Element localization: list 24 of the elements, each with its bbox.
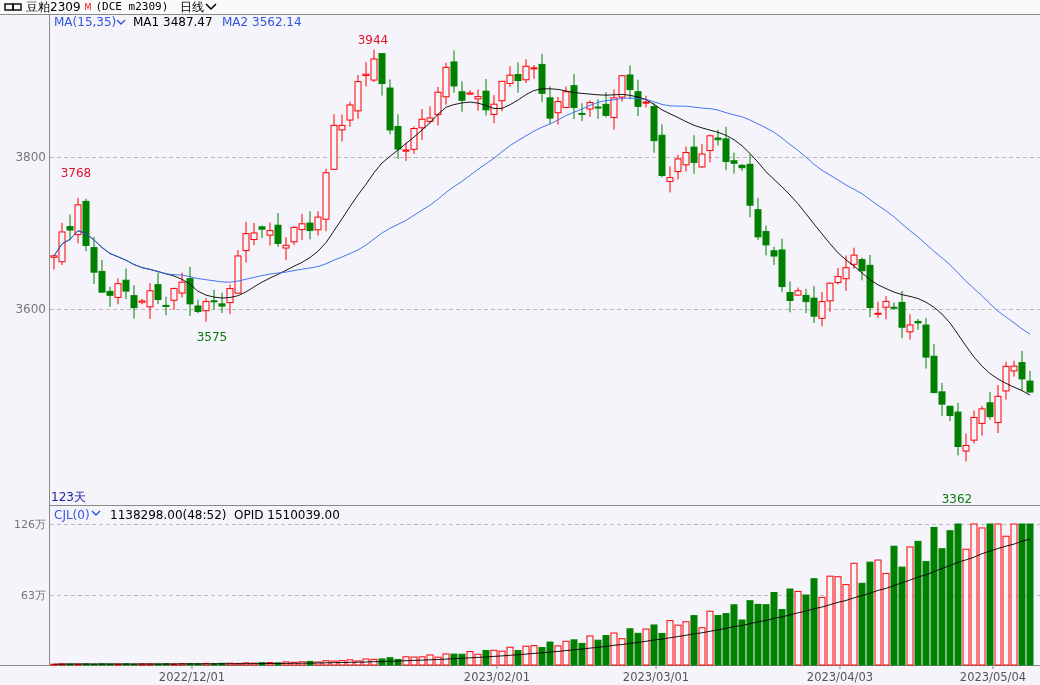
volume-axis-label: 63万 <box>21 589 46 602</box>
price-axis-label: 3800 <box>15 150 46 164</box>
price-extreme-label: 3575 <box>196 330 228 344</box>
period-dropdown[interactable]: 日线 <box>180 0 218 14</box>
volume-value: 1138298.00(48:52) <box>110 508 227 522</box>
day-count: 123天 <box>51 490 86 504</box>
ma-slow-value: MA2 3562.14 <box>222 15 302 29</box>
volume-axis-label: 126万 <box>14 518 46 531</box>
date-axis-label: 2023/05/04 <box>959 670 1027 684</box>
symbol-name: 豆粕2309 <box>26 0 81 14</box>
price-axis-label: 3600 <box>15 302 46 316</box>
symbol-mark: M <box>84 2 92 12</box>
price-extreme-label: 3944 <box>357 33 389 47</box>
date-axis-label: 2023/04/03 <box>806 670 874 684</box>
open-interest-value: OPID 1510039.00 <box>234 508 340 522</box>
date-axis-label: 2022/12/01 <box>158 670 226 684</box>
date-axis-label: 2023/03/01 <box>622 670 690 684</box>
volume-indicator-selector[interactable]: CJL(0) <box>54 508 90 522</box>
indicator-selector[interactable]: MA(15,35) <box>54 15 117 29</box>
contract-code: (DCE m2309) <box>95 0 169 14</box>
date-axis-label: 2023/02/01 <box>463 670 531 684</box>
ma-fast-value: MA1 3487.47 <box>133 15 213 29</box>
price-extreme-label: 3768 <box>60 166 92 180</box>
price-extreme-label: 3362 <box>941 492 973 506</box>
